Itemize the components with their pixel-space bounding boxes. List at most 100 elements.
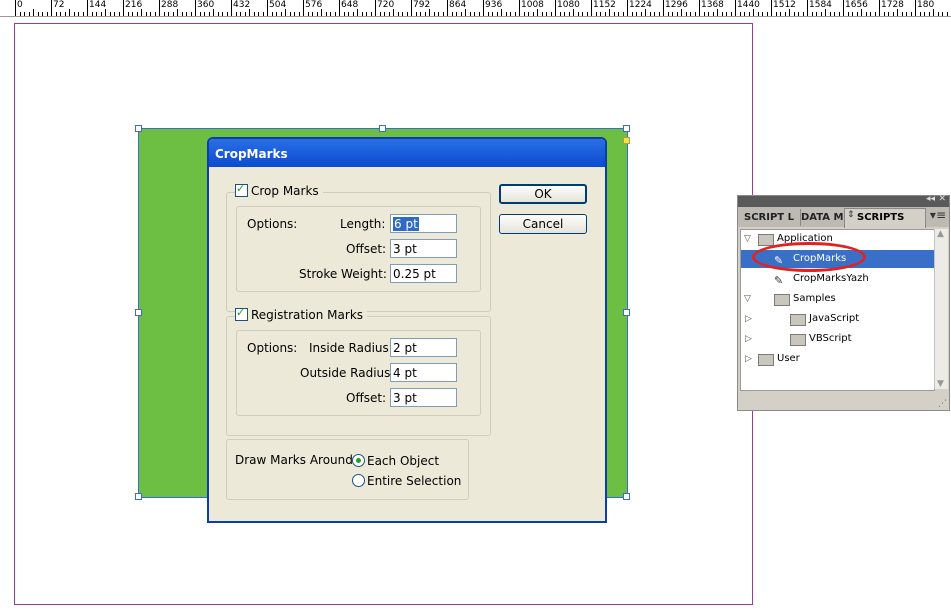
tree-item-javascript[interactable]: ▷ JavaScript <box>741 310 934 328</box>
ruler-tick <box>69 9 70 16</box>
stroke-weight-input[interactable]: 0.25 pt <box>390 264 457 283</box>
ruler-label: 144 <box>89 0 107 10</box>
ruler-tick <box>672 12 673 16</box>
ruler-tick <box>159 0 160 16</box>
panel-drag-bar[interactable]: ◂◂ ✕ <box>738 194 949 207</box>
expanded-triangle-icon[interactable]: ▽ <box>744 290 751 308</box>
folder-icon <box>774 294 790 306</box>
ruler-tick <box>546 12 547 16</box>
ruler-tick <box>658 12 660 16</box>
ruler-tick <box>186 12 187 16</box>
ruler-tick <box>811 12 813 16</box>
ruler-tick <box>294 12 295 16</box>
scroll-up-icon[interactable]: ▲ <box>937 229 944 239</box>
selection-handle[interactable] <box>135 309 142 316</box>
panel-menu-icon[interactable]: ▾≡ <box>930 208 946 222</box>
each-object-radio[interactable] <box>352 454 365 467</box>
ruler-tick <box>757 12 759 16</box>
ruler-tick <box>784 12 786 16</box>
ruler-tick <box>852 12 853 16</box>
entire-selection-label[interactable]: Entire Selection <box>367 474 461 488</box>
horizontal-ruler[interactable]: 0 72 144 216 288 360 432 504 576 648 720… <box>0 0 951 17</box>
ruler-tick <box>163 12 165 16</box>
tab-scripts-label: SCRIPTS <box>857 212 905 223</box>
ruler-label: 1080 <box>557 0 580 10</box>
collapsed-triangle-icon[interactable]: ▷ <box>745 350 752 368</box>
each-object-label[interactable]: Each Object <box>367 454 439 468</box>
entire-selection-radio[interactable] <box>352 474 365 487</box>
ruler-tick <box>667 12 669 16</box>
ruler-tick <box>555 0 556 16</box>
selection-handle[interactable] <box>135 125 142 132</box>
ruler-tick <box>487 12 489 16</box>
scroll-down-icon[interactable]: ▼ <box>937 379 944 389</box>
folder-icon <box>758 354 774 366</box>
ruler-tick <box>28 12 30 16</box>
tab-scripts[interactable]: ⇕ SCRIPTS <box>844 208 926 228</box>
dialog-title[interactable]: CropMarks <box>209 139 605 167</box>
ruler-tick <box>433 12 435 16</box>
ruler-tick <box>411 0 412 16</box>
ruler-tick <box>127 12 129 16</box>
offset-input[interactable]: 3 pt <box>390 239 457 258</box>
registration-marks-checkbox[interactable] <box>235 306 248 321</box>
crop-marks-legend: Crop Marks <box>235 182 323 198</box>
tree-item-vbscript[interactable]: ▷ VBScript <box>741 330 934 348</box>
ruler-tick <box>316 12 318 16</box>
ruler-tick <box>406 12 408 16</box>
ok-button[interactable]: OK <box>499 184 587 204</box>
selection-handle[interactable] <box>623 493 630 500</box>
tab-data-merge[interactable]: DATA ME <box>797 209 848 226</box>
tab-script-label[interactable]: SCRIPT L <box>740 209 801 226</box>
resize-grip-icon[interactable]: ⋰ <box>938 399 947 409</box>
outside-radius-label: Outside Radius: <box>300 366 395 380</box>
ruler-tick <box>649 12 651 16</box>
crop-marks-checkbox[interactable] <box>235 182 248 197</box>
ruler-label: 360 <box>197 0 215 10</box>
selection-handle[interactable] <box>379 125 386 132</box>
ruler-tick <box>154 12 156 16</box>
collapsed-triangle-icon[interactable]: ▷ <box>745 330 752 348</box>
ruler-tick <box>375 0 376 16</box>
cancel-button[interactable]: Cancel <box>499 214 587 234</box>
ruler-tick <box>528 12 529 16</box>
frame-corner-handle[interactable] <box>623 137 630 144</box>
ruler-tick <box>685 12 687 16</box>
ruler-tick <box>739 12 741 16</box>
outside-radius-input[interactable]: 4 pt <box>390 363 457 382</box>
ruler-tick <box>402 12 403 16</box>
ruler-tick <box>222 12 223 16</box>
ruler-label: 288 <box>161 0 179 10</box>
ruler-label: 72 <box>53 0 65 10</box>
ruler-tick <box>429 9 430 16</box>
ruler-tick <box>942 12 943 16</box>
ruler-tick <box>645 9 646 16</box>
ruler-tick <box>118 12 120 16</box>
ruler-label: 216 <box>125 0 143 10</box>
vertical-scrollbar[interactable]: ▲ ▼ <box>934 229 948 389</box>
tree-item-user[interactable]: ▷ User <box>741 350 934 368</box>
ruler-tick <box>681 9 682 16</box>
ruler-tick <box>870 12 871 16</box>
ruler-tick <box>19 12 21 16</box>
length-input[interactable]: 6 pt <box>390 214 457 233</box>
ruler-tick <box>663 0 664 16</box>
inside-radius-input[interactable]: 2 pt <box>390 338 457 357</box>
ruler-tick <box>285 9 286 16</box>
reg-offset-input[interactable]: 3 pt <box>390 388 457 407</box>
selection-handle[interactable] <box>135 493 142 500</box>
ruler-tick <box>699 0 700 16</box>
tree-item-cropmarksyazh[interactable]: ✎ CropMarksYazh <box>741 270 934 288</box>
ruler-tick <box>618 12 619 16</box>
ruler-tick <box>946 12 948 16</box>
ruler-tick <box>298 12 300 16</box>
ruler-tick <box>879 0 880 16</box>
ruler-tick <box>348 12 349 16</box>
selection-handle[interactable] <box>623 309 630 316</box>
expanded-triangle-icon[interactable]: ▽ <box>744 230 751 248</box>
tree-item-samples[interactable]: ▽ Samples <box>741 290 934 308</box>
collapsed-triangle-icon[interactable]: ▷ <box>745 310 752 328</box>
collapse-icon[interactable]: ◂◂ <box>926 194 935 204</box>
close-icon[interactable]: ✕ <box>938 194 946 204</box>
selection-handle[interactable] <box>623 125 630 132</box>
